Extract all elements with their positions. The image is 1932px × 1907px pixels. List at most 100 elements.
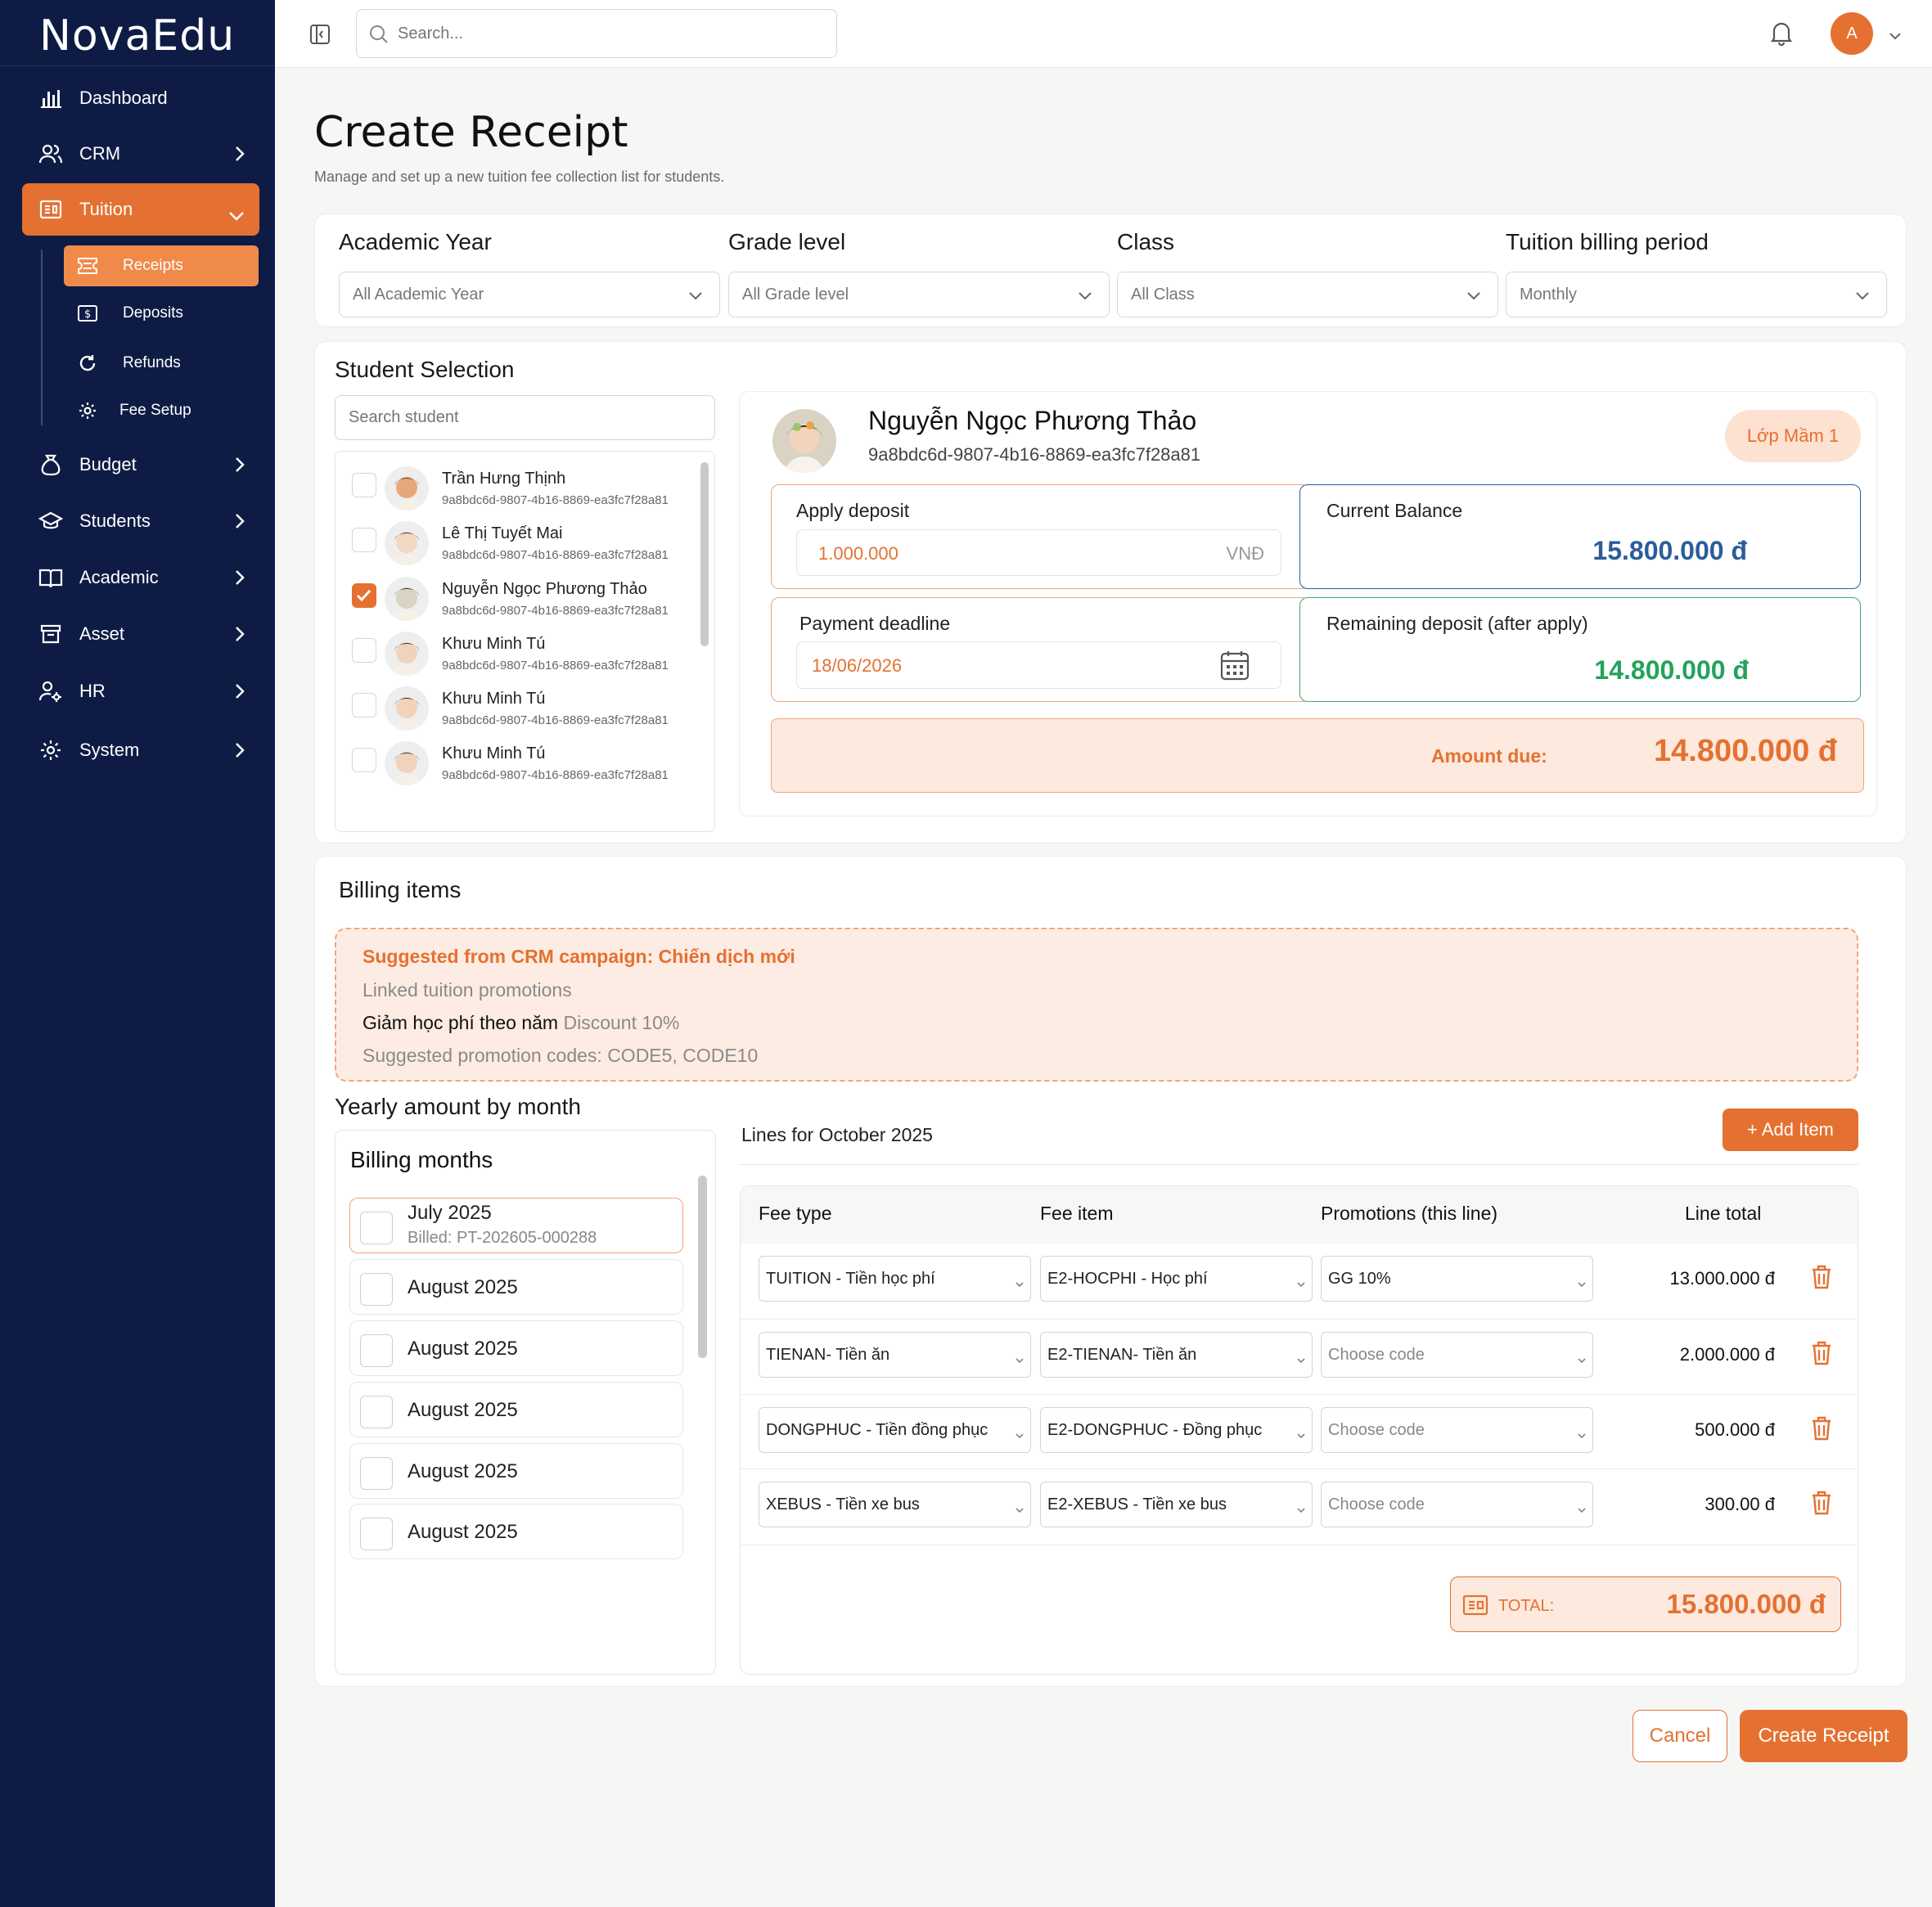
student-id: 9a8bdc6d-9807-4b16-8869-ea3fc7f28a81: [442, 493, 669, 507]
chevron-down-icon: [1578, 1426, 1586, 1445]
select-value: Choose code: [1328, 1345, 1425, 1364]
suggested-codes: Suggested promotion codes: CODE5, CODE10: [363, 1045, 759, 1066]
calendar-icon[interactable]: [1220, 650, 1250, 685]
sidebar-item-crm[interactable]: CRM: [22, 128, 259, 180]
sidebar-subitem-deposits[interactable]: $ Deposits: [64, 293, 259, 334]
amount-due-label: Amount due:: [1431, 745, 1547, 767]
promotion-select[interactable]: GG 10%: [1321, 1256, 1593, 1302]
gear-icon: [75, 398, 100, 423]
month-checkbox[interactable]: [360, 1334, 393, 1367]
billing-month-item[interactable]: August 2025: [349, 1382, 683, 1437]
payment-deadline-box: Payment deadline 18/06/2026: [771, 597, 1309, 702]
sidebar-item-system[interactable]: System: [22, 724, 259, 776]
billing-month-item[interactable]: July 2025 Billed: PT-202605-000288: [349, 1198, 683, 1253]
student-checkbox[interactable]: [352, 583, 376, 608]
add-item-button[interactable]: + Add Item: [1723, 1109, 1858, 1151]
sidebar-item-dashboard[interactable]: Dashboard: [22, 72, 259, 124]
student-checkbox[interactable]: [352, 638, 376, 663]
payment-deadline-label: Payment deadline: [799, 613, 951, 634]
grade-level-select[interactable]: All Grade level: [728, 272, 1110, 317]
fee-type-select[interactable]: DONGPHUC - Tiền đồng phục: [759, 1407, 1031, 1453]
month-label: August 2025: [408, 1399, 518, 1421]
bar-chart-icon: [37, 84, 65, 112]
billing-period-select[interactable]: Monthly: [1506, 272, 1887, 317]
months-scrollbar[interactable]: [698, 1176, 707, 1358]
sidebar-subitem-fee-setup[interactable]: Fee Setup: [64, 390, 259, 431]
student-list-item[interactable]: Nguyễn Ngọc Phương Thảo 9a8bdc6d-9807-4b…: [352, 577, 712, 632]
student-list-item[interactable]: Trần Hưng Thịnh 9a8bdc6d-9807-4b16-8869-…: [352, 466, 712, 521]
fee-item-select[interactable]: E2-XEBUS - Tiền xe bus: [1040, 1482, 1313, 1527]
header-promotions: Promotions (this line): [1321, 1203, 1498, 1224]
payment-deadline-input[interactable]: 18/06/2026: [796, 641, 1281, 689]
student-search-input[interactable]: [335, 395, 715, 440]
select-value: TIENAN- Tiền ăn: [766, 1345, 890, 1364]
billing-month-item[interactable]: August 2025: [349, 1320, 683, 1376]
selected-student-id: 9a8bdc6d-9807-4b16-8869-ea3fc7f28a81: [868, 444, 1201, 465]
avatar[interactable]: A: [1831, 12, 1873, 55]
month-checkbox[interactable]: [360, 1457, 393, 1490]
users-icon: [37, 140, 65, 168]
student-list-item[interactable]: Khưu Minh Tú 9a8bdc6d-9807-4b16-8869-ea3…: [352, 686, 712, 741]
month-checkbox[interactable]: [360, 1518, 393, 1550]
create-receipt-button[interactable]: Create Receipt: [1740, 1710, 1907, 1762]
filters-card: Academic Year Grade level Class Tuition …: [314, 214, 1907, 327]
sidebar-item-label: Asset: [79, 623, 125, 644]
promotion-select[interactable]: Choose code: [1321, 1332, 1593, 1378]
trash-icon[interactable]: [1811, 1341, 1832, 1370]
filter-label-grade-level: Grade level: [728, 229, 846, 254]
chevron-down-icon[interactable]: [1889, 29, 1902, 44]
apply-deposit-label: Apply deposit: [796, 500, 910, 521]
student-checkbox[interactable]: [352, 693, 376, 717]
sidebar-item-asset[interactable]: Asset: [22, 608, 259, 660]
student-selection-title: Student Selection: [335, 357, 515, 382]
trash-icon[interactable]: [1811, 1491, 1832, 1519]
academic-year-select[interactable]: All Academic Year: [339, 272, 720, 317]
trash-icon[interactable]: [1811, 1416, 1832, 1445]
fee-item-select[interactable]: E2-HOCPHI - Học phí: [1040, 1256, 1313, 1302]
apply-deposit-input[interactable]: 1.000.000 VNĐ: [796, 529, 1281, 576]
sidebar-item-hr[interactable]: HR: [22, 665, 259, 717]
sidebar-toggle-icon[interactable]: [309, 24, 331, 49]
fee-type-select[interactable]: TIENAN- Tiền ăn: [759, 1332, 1031, 1378]
global-search-input[interactable]: [398, 21, 823, 46]
promotion-select[interactable]: Choose code: [1321, 1482, 1593, 1527]
bell-icon[interactable]: [1769, 20, 1794, 50]
receipt-icon: [37, 196, 65, 223]
global-search-box[interactable]: [356, 9, 837, 58]
cancel-button[interactable]: Cancel: [1633, 1710, 1727, 1762]
student-checkbox[interactable]: [352, 473, 376, 497]
fee-item-select[interactable]: E2-DONGPHUC - Đồng phục: [1040, 1407, 1313, 1453]
month-checkbox[interactable]: [360, 1212, 393, 1244]
month-label: August 2025: [408, 1521, 518, 1543]
trash-icon[interactable]: [1811, 1265, 1832, 1293]
student-list-item[interactable]: Khưu Minh Tú 9a8bdc6d-9807-4b16-8869-ea3…: [352, 741, 712, 796]
chevron-right-icon: [235, 626, 245, 647]
student-name: Lê Thị Tuyết Mai: [442, 524, 563, 542]
student-checkbox[interactable]: [352, 528, 376, 552]
month-label: August 2025: [408, 1276, 518, 1298]
month-checkbox[interactable]: [360, 1396, 393, 1428]
billing-month-item[interactable]: August 2025: [349, 1443, 683, 1499]
sidebar-subitem-refunds[interactable]: Refunds: [64, 343, 259, 384]
month-checkbox[interactable]: [360, 1273, 393, 1306]
student-id: 9a8bdc6d-9807-4b16-8869-ea3fc7f28a81: [442, 604, 669, 618]
student-list-item[interactable]: Lê Thị Tuyết Mai 9a8bdc6d-9807-4b16-8869…: [352, 521, 712, 576]
select-value: Monthly: [1520, 285, 1578, 304]
student-list-item[interactable]: Khưu Minh Tú 9a8bdc6d-9807-4b16-8869-ea3…: [352, 632, 712, 686]
sidebar-item-academic[interactable]: Academic: [22, 551, 259, 604]
table-row: XEBUS - Tiền xe bus E2-XEBUS - Tiền xe b…: [740, 1468, 1858, 1544]
sidebar-item-tuition[interactable]: Tuition: [22, 183, 259, 236]
sidebar-item-budget[interactable]: Budget: [22, 439, 259, 491]
fee-item-select[interactable]: E2-TIENAN- Tiền ăn: [1040, 1332, 1313, 1378]
billing-month-item[interactable]: August 2025: [349, 1504, 683, 1559]
promotion-select[interactable]: Choose code: [1321, 1407, 1593, 1453]
fee-type-select[interactable]: TUITION - Tiền học phí: [759, 1256, 1031, 1302]
sidebar-subitem-receipts[interactable]: Receipts: [64, 245, 259, 286]
class-select[interactable]: All Class: [1117, 272, 1498, 317]
billing-month-item[interactable]: August 2025: [349, 1259, 683, 1315]
chevron-down-icon: [1578, 1275, 1586, 1293]
current-balance-value: 15.800.000 đ: [1592, 536, 1747, 565]
fee-type-select[interactable]: XEBUS - Tiền xe bus: [759, 1482, 1031, 1527]
sidebar-item-students[interactable]: Students: [22, 495, 259, 547]
student-checkbox[interactable]: [352, 748, 376, 772]
